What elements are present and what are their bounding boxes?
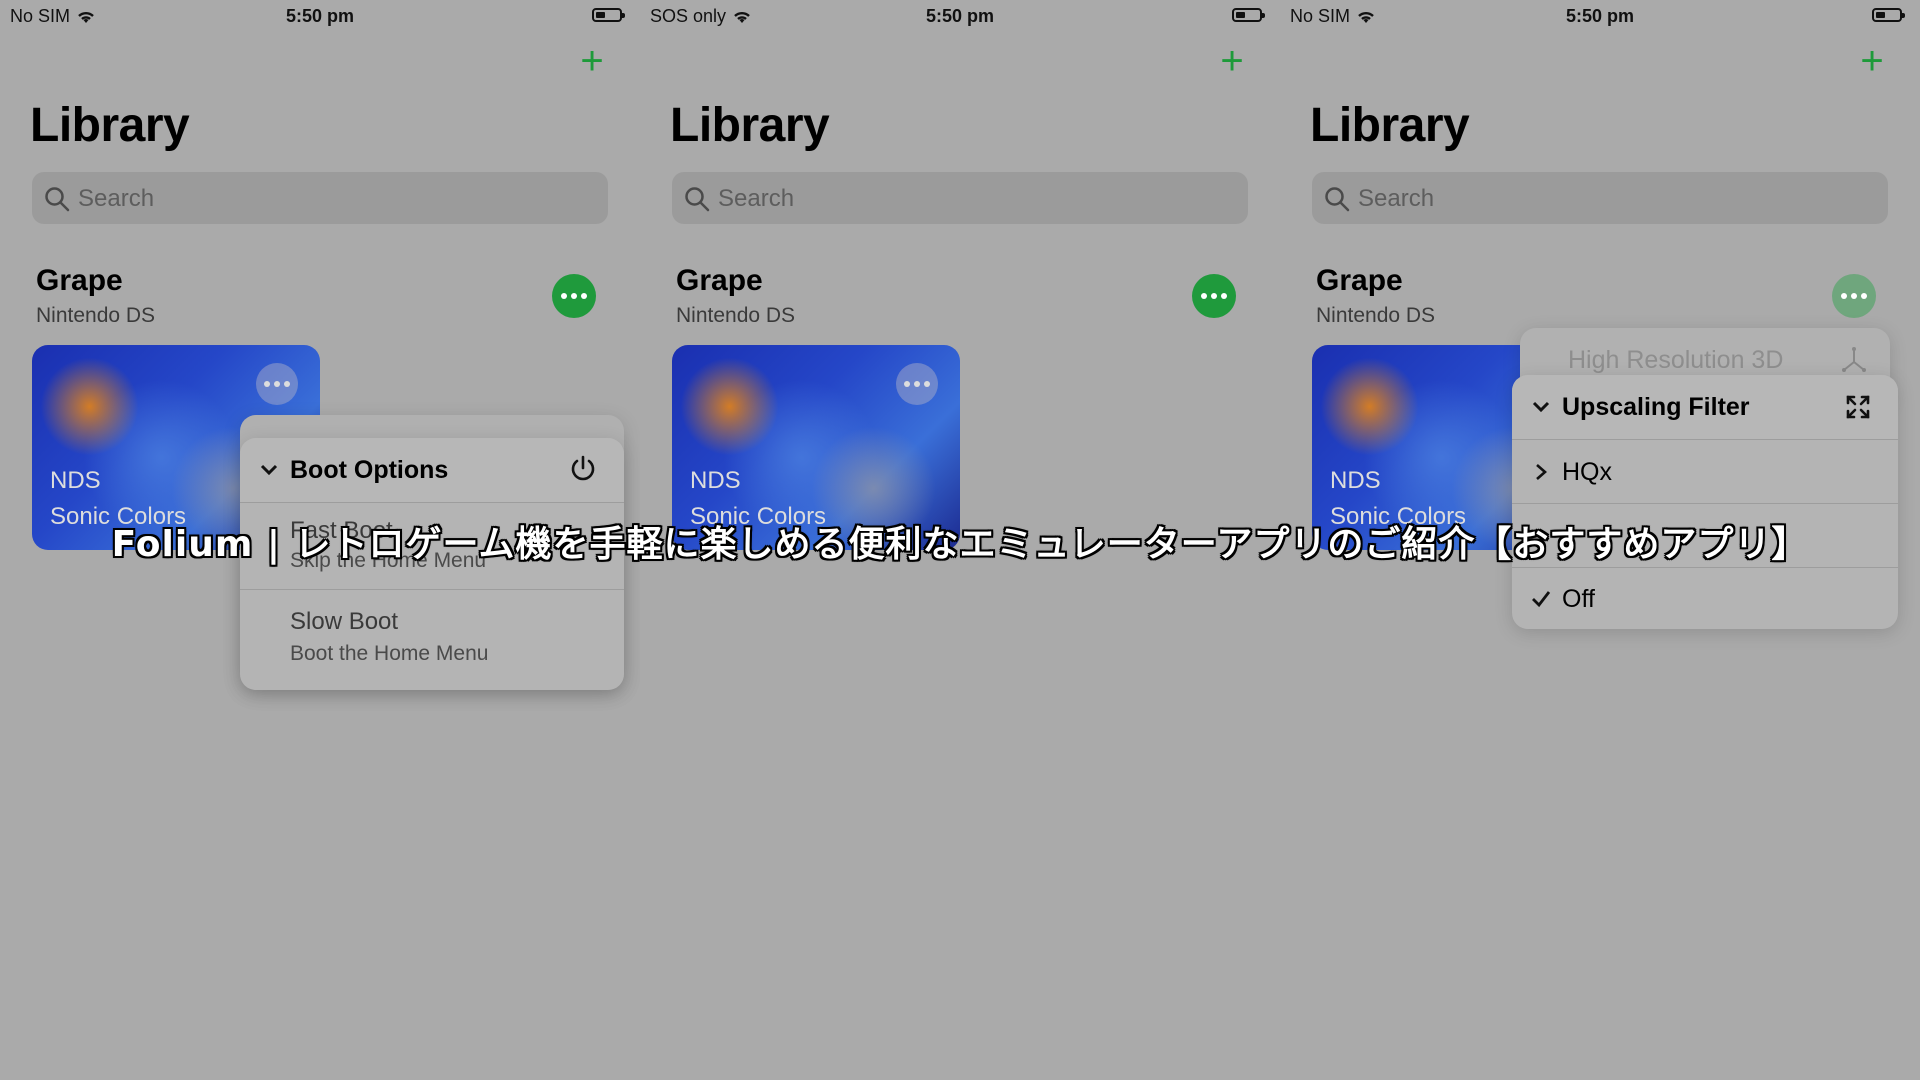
battery-icon xyxy=(592,8,625,22)
chevron-down-icon xyxy=(1532,401,1550,413)
section-title: Grape xyxy=(36,264,123,297)
section-more-button[interactable] xyxy=(1832,274,1876,318)
page-title: Library xyxy=(30,99,190,152)
section-subtitle: Nintendo DS xyxy=(36,304,156,327)
search-icon xyxy=(1325,187,1350,212)
add-game-button[interactable]: + xyxy=(1212,41,1252,82)
upscaling-filter-label: Upscaling Filter xyxy=(1562,393,1750,421)
section-title: Grape xyxy=(1316,264,1403,297)
status-bar: SOS only 5:50 pm xyxy=(650,4,1270,28)
game-platform: NDS xyxy=(50,467,101,494)
search-input[interactable]: Search xyxy=(1312,172,1888,224)
chevron-down-icon xyxy=(260,464,278,476)
section-subtitle: Nintendo DS xyxy=(676,304,796,327)
caption-banner: Folium | レトロゲーム機を手軽に楽しめる便利なエミュレーターアプリのご紹… xyxy=(111,524,1809,565)
game-platform: NDS xyxy=(1330,467,1381,494)
clock: 5:50 pm xyxy=(285,6,355,26)
search-input[interactable]: Search xyxy=(672,172,1248,224)
menu-item-hqx[interactable]: HQx xyxy=(1512,439,1898,504)
page-title: Library xyxy=(1310,99,1470,152)
search-icon xyxy=(685,187,710,212)
menu-item-off[interactable]: Off xyxy=(1512,567,1898,630)
status-bar: No SIM 5:50 pm xyxy=(10,4,630,28)
checkmark-icon xyxy=(1532,591,1551,608)
add-game-button[interactable]: + xyxy=(572,41,612,82)
clock: 5:50 pm xyxy=(1565,6,1635,26)
expand-icon xyxy=(1846,395,1870,419)
section-title: Grape xyxy=(676,264,763,297)
battery-icon xyxy=(1872,8,1905,22)
power-icon xyxy=(571,455,595,481)
battery-icon xyxy=(1232,8,1265,22)
search-placeholder: Search xyxy=(718,185,795,212)
game-more-button[interactable] xyxy=(256,363,298,405)
boot-options-header[interactable]: Boot Options xyxy=(240,438,624,502)
menu-item-slow-boot[interactable]: Slow Boot Boot the Home Menu xyxy=(240,589,624,690)
upscaling-filter-menu: Upscaling Filter HQx Off xyxy=(1512,375,1898,629)
page-title: Library xyxy=(670,99,830,152)
upscaling-filter-header[interactable]: Upscaling Filter xyxy=(1512,375,1898,439)
chevron-right-icon xyxy=(1536,464,1547,480)
clock: 5:50 pm xyxy=(925,6,995,26)
game-platform: NDS xyxy=(690,467,741,494)
search-input[interactable]: Search xyxy=(32,172,608,224)
game-more-button[interactable] xyxy=(896,363,938,405)
search-placeholder: Search xyxy=(1358,185,1435,212)
status-bar: No SIM 5:50 pm xyxy=(1290,4,1910,28)
boot-options-label: Boot Options xyxy=(290,456,449,484)
section-more-button[interactable] xyxy=(552,274,596,318)
search-placeholder: Search xyxy=(78,185,155,212)
section-more-button[interactable] xyxy=(1192,274,1236,318)
search-icon xyxy=(45,187,70,212)
cube-icon xyxy=(1842,347,1866,372)
section-subtitle: Nintendo DS xyxy=(1316,304,1436,327)
add-game-button[interactable]: + xyxy=(1852,41,1892,82)
